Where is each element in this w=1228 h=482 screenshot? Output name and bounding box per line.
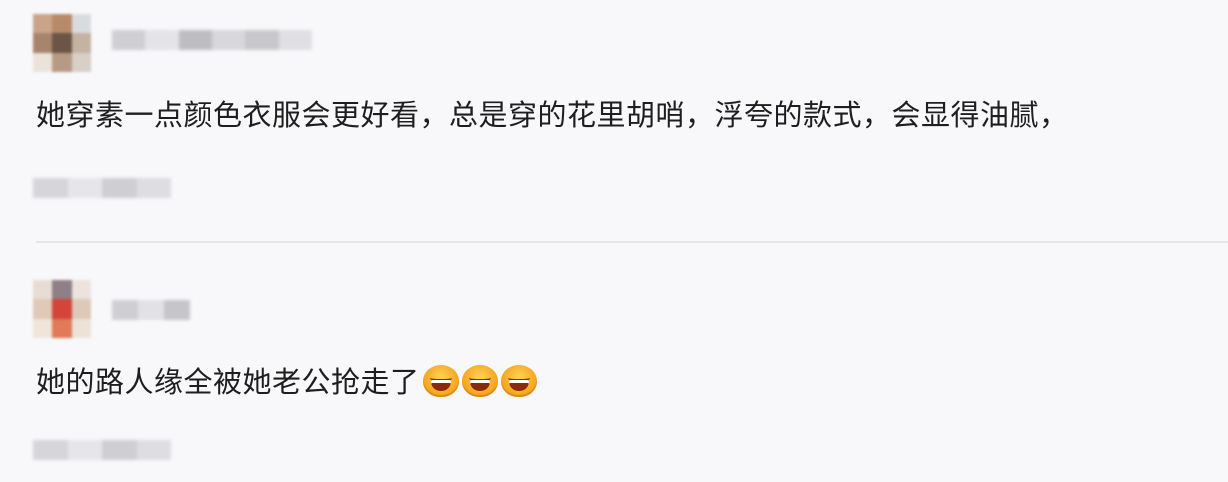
- username-pixel: [245, 30, 279, 50]
- avatar-pixel: [71, 299, 91, 319]
- laughing-face-icon: [461, 365, 498, 397]
- comment-text: 她的路人缘全被她老公抢走了: [36, 362, 537, 402]
- avatar-pixel: [52, 33, 72, 53]
- meta-pixel: [136, 440, 171, 460]
- meta-pixel: [102, 178, 137, 198]
- comment-meta-blurred: [33, 178, 171, 198]
- username-pixel: [178, 30, 212, 50]
- avatar-pixel: [52, 14, 72, 34]
- avatar-pixel: [52, 52, 72, 72]
- username-pixel: [211, 30, 246, 50]
- comment-item: 她的路人缘全被她老公抢走了: [0, 244, 1228, 482]
- avatar-pixel: [71, 318, 91, 338]
- username-pixel: [278, 30, 312, 50]
- username-pixel: [164, 300, 190, 320]
- laughing-face-icon: [500, 365, 537, 397]
- username-pixel: [145, 30, 179, 50]
- comment-text-content: 她的路人缘全被她老公抢走了: [36, 365, 420, 399]
- avatar-pixel: [52, 299, 72, 319]
- meta-pixel: [136, 178, 171, 198]
- divider: [36, 241, 1228, 243]
- comment-item: 她穿素一点颜色衣服会更好看，总是穿的花里胡哨，浮夸的款式，会显得油腻，: [0, 0, 1228, 242]
- meta-pixel: [102, 440, 137, 460]
- comment-text: 她穿素一点颜色衣服会更好看，总是穿的花里胡哨，浮夸的款式，会显得油腻，: [36, 98, 1069, 132]
- avatar-pixel: [71, 52, 91, 72]
- comment-meta-blurred: [33, 440, 171, 460]
- username-pixel: [138, 300, 164, 320]
- avatar-pixel: [71, 14, 91, 34]
- avatar[interactable]: [33, 280, 91, 338]
- avatar-pixel: [33, 52, 53, 72]
- avatar-pixel: [33, 33, 53, 53]
- emoji-group: [420, 365, 537, 399]
- username-pixel: [112, 300, 138, 320]
- avatar-pixel: [71, 280, 91, 300]
- meta-pixel: [33, 178, 68, 198]
- meta-pixel: [33, 440, 68, 460]
- meta-pixel: [67, 178, 102, 198]
- avatar-pixel: [33, 318, 53, 338]
- meta-pixel: [67, 440, 102, 460]
- avatar[interactable]: [33, 14, 91, 72]
- avatar-pixel: [33, 280, 53, 300]
- avatar-pixel: [33, 14, 53, 34]
- avatar-pixel: [33, 299, 53, 319]
- avatar-pixel: [52, 318, 72, 338]
- username-pixel: [112, 30, 146, 50]
- username-blurred[interactable]: [112, 300, 190, 320]
- username-blurred[interactable]: [112, 30, 312, 50]
- laughing-face-icon: [422, 365, 459, 397]
- avatar-pixel: [71, 33, 91, 53]
- avatar-pixel: [52, 280, 72, 300]
